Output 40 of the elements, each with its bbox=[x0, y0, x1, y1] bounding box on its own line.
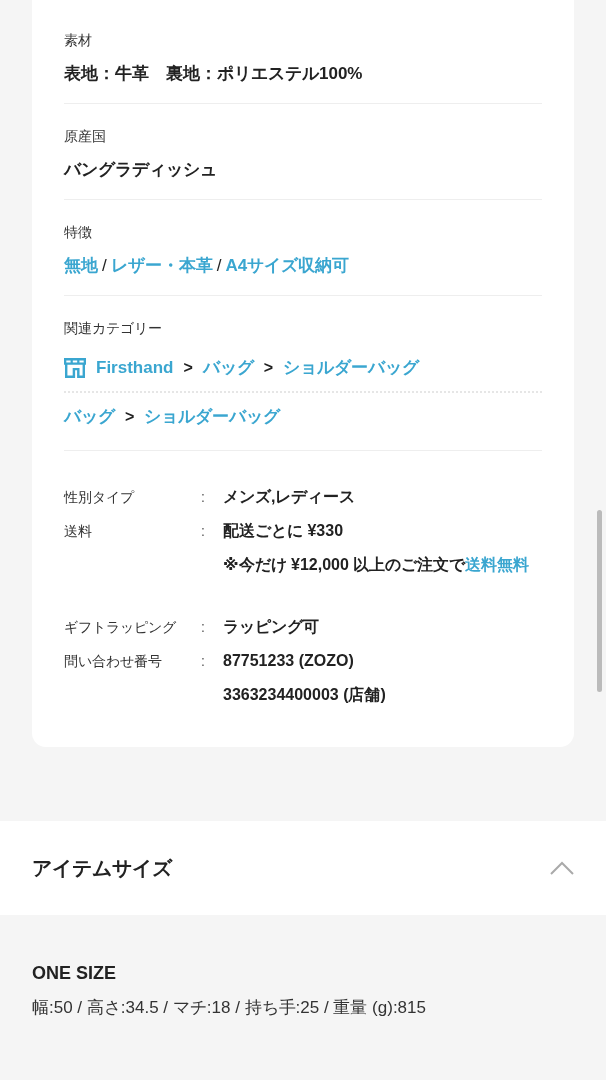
category-link[interactable]: ショルダーバッグ bbox=[144, 405, 281, 428]
size-name: ONE SIZE bbox=[32, 963, 117, 984]
category-link[interactable]: バッグ bbox=[64, 405, 115, 428]
separator: : bbox=[201, 618, 206, 637]
shop-icon bbox=[64, 357, 86, 378]
spec-label: 問い合わせ番号 bbox=[64, 652, 163, 671]
accordion-header[interactable]: アイテムサイズ bbox=[0, 821, 606, 915]
field-label: 関連カテゴリー bbox=[64, 320, 163, 338]
separator: : bbox=[201, 652, 206, 671]
spec-value: ※今だけ ¥12,000 以上のご注文で送料無料 bbox=[223, 555, 531, 575]
field-label: 原産国 bbox=[64, 128, 107, 146]
feature-link[interactable]: A4サイズ収納可 bbox=[225, 254, 350, 277]
field-value: バングラディッシュ bbox=[64, 159, 218, 181]
size-measurements: 幅:50 / 高さ:34.5 / マチ:18 / 持ち手:25 / 重量 (g):815 bbox=[32, 997, 427, 1019]
breadcrumb-separator: > bbox=[183, 358, 193, 377]
field-value: 表地：牛革 裏地：ポリエステル100% bbox=[64, 63, 364, 85]
breadcrumb-separator: > bbox=[263, 358, 274, 377]
field-label: 特徴 bbox=[64, 224, 93, 242]
separator: / bbox=[102, 256, 107, 276]
separator: / bbox=[216, 256, 222, 276]
category-link[interactable]: バッグ bbox=[202, 356, 254, 379]
separator: : bbox=[201, 488, 206, 507]
category-link[interactable]: Firsthand bbox=[96, 357, 174, 378]
feature-link[interactable]: 無地 bbox=[64, 254, 98, 277]
category-link[interactable]: ショルダーバッグ bbox=[283, 356, 420, 379]
spec-value: 87751233 (ZOZO) bbox=[223, 651, 355, 671]
spec-value: メンズ,レディース bbox=[223, 487, 357, 507]
separator: : bbox=[201, 522, 206, 541]
section-title: アイテムサイズ bbox=[32, 855, 172, 881]
spec-label: 性別タイプ bbox=[64, 488, 136, 507]
breadcrumb-separator: > bbox=[125, 407, 135, 426]
scrollbar[interactable] bbox=[597, 510, 602, 692]
feature-link[interactable]: レザー・本革 bbox=[110, 254, 213, 277]
spec-value: 配送ごとに ¥330 bbox=[223, 521, 345, 541]
spec-value: ラッピング可 bbox=[223, 617, 320, 637]
spec-value: 3363234400003 (店舗) bbox=[223, 685, 387, 705]
spec-label: ギフトラッピング bbox=[64, 618, 177, 637]
free-shipping-link[interactable]: 送料無料 bbox=[465, 556, 530, 573]
field-label: 素材 bbox=[64, 32, 93, 50]
spec-label: 送料 bbox=[64, 522, 93, 541]
